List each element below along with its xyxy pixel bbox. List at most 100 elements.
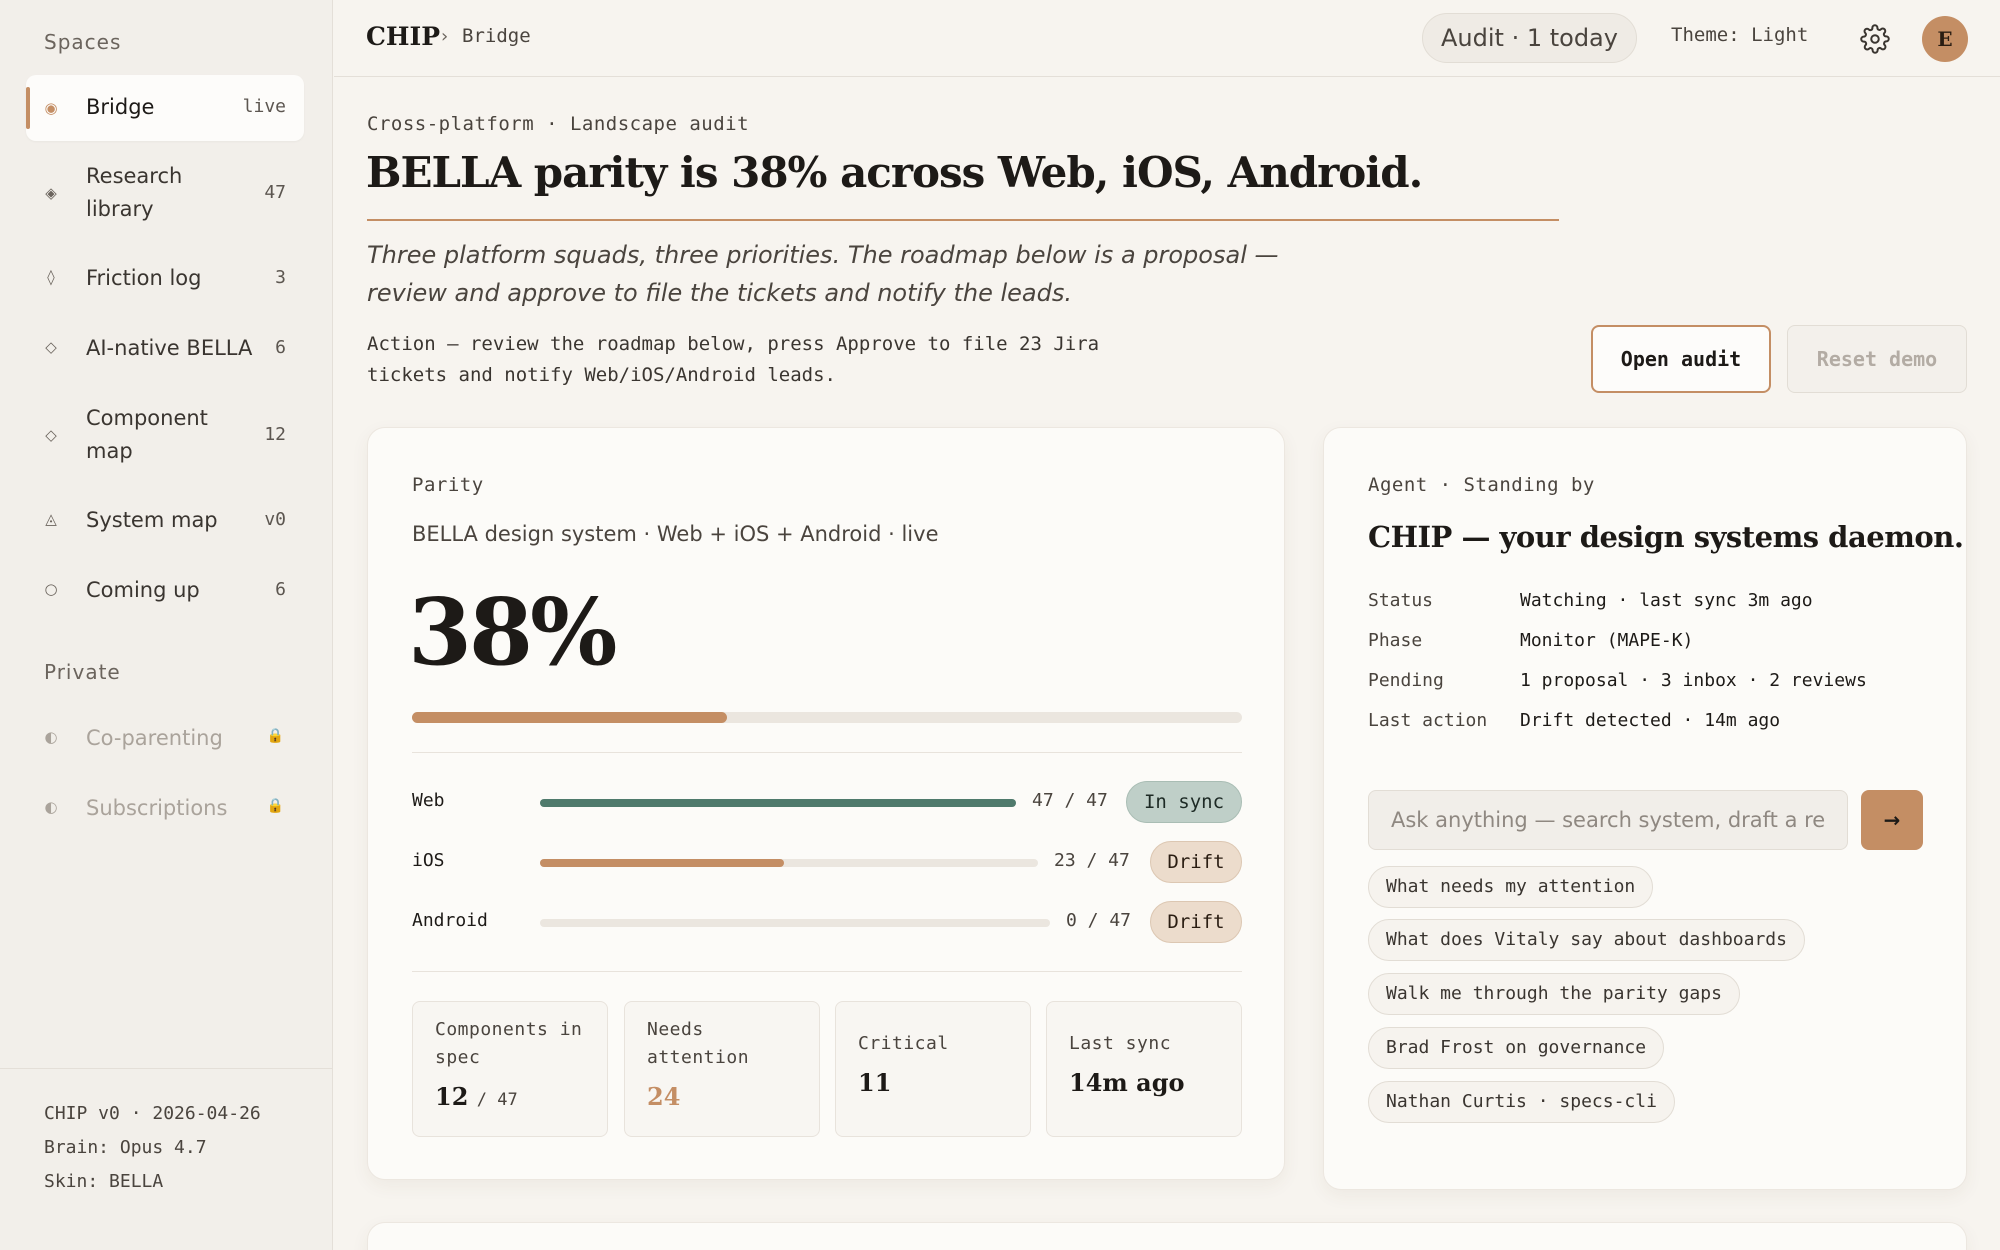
private-heading: Private bbox=[44, 660, 121, 684]
page-title: BELLA parity is 38% across Web, iOS, And… bbox=[366, 148, 1423, 197]
agent-card: Agent · Standing by CHIP — your design s… bbox=[1323, 427, 1967, 1190]
parity-percent: 38% bbox=[408, 578, 617, 686]
stat-components-in-spec[interactable]: Components in spec 12 / 47 bbox=[412, 1001, 608, 1137]
sidebar-item-friction-log[interactable]: ◊ Friction log 3 bbox=[26, 262, 304, 298]
pending-value: 1 proposal · 3 inbox · 2 reviews bbox=[1520, 670, 1867, 691]
open-audit-button[interactable]: Open audit bbox=[1591, 325, 1771, 393]
sidebar-item-coming-up[interactable]: ○ Coming up 6 bbox=[26, 574, 304, 610]
platform-bar-fill-ios bbox=[540, 859, 785, 867]
stat-label: Needs attention bbox=[647, 1019, 750, 1068]
sidebar-item-count: 6 bbox=[275, 337, 286, 358]
half-circle-icon: ◐ bbox=[44, 728, 58, 746]
ask-input[interactable] bbox=[1368, 790, 1848, 850]
agent-title: CHIP — your design systems daemon. bbox=[1368, 520, 1964, 554]
status-badge-android[interactable]: Drift bbox=[1150, 901, 1242, 943]
sidebar-item-label: Co-parenting bbox=[86, 726, 223, 750]
breadcrumb-separator: › bbox=[441, 26, 449, 47]
stat-critical[interactable]: Critical 11 bbox=[835, 1001, 1031, 1137]
stat-label: Critical bbox=[858, 1033, 949, 1054]
suggestion-chip[interactable]: What does Vitaly say about dashboards bbox=[1368, 919, 1805, 961]
sidebar-item-label: AI-native BELLA bbox=[86, 336, 253, 360]
sidebar-item-bridge[interactable]: ◉ Bridge live bbox=[26, 75, 304, 141]
action-instructions: Action — review the roadmap below, press… bbox=[367, 333, 1100, 386]
suggestion-chip[interactable]: Walk me through the parity gaps bbox=[1368, 973, 1740, 1015]
phase-key: Phase bbox=[1368, 630, 1423, 651]
last-action-value: Drift detected · 14m ago bbox=[1520, 710, 1781, 731]
topbar: CHIP › Bridge Audit · 1 today Theme: Lig… bbox=[334, 0, 2000, 77]
parity-progress-bar bbox=[412, 712, 1242, 723]
avatar[interactable]: E bbox=[1922, 16, 1968, 62]
stat-needs-attention[interactable]: Needs attention 24 bbox=[624, 1001, 820, 1137]
platform-bar-android bbox=[540, 919, 1050, 927]
system-description: BELLA design system · Web + iOS + Androi… bbox=[412, 522, 939, 546]
sidebar-item-count: 3 bbox=[275, 267, 286, 288]
stat-value: 24 bbox=[647, 1082, 681, 1111]
sidebar-item-label: System map bbox=[86, 508, 218, 532]
brain-text: Brain: Opus 4.7 bbox=[44, 1137, 207, 1158]
status-value: Watching · last sync 3m ago bbox=[1520, 590, 1813, 611]
sidebar-item-subscriptions[interactable]: ◐ Subscriptions 🔒 bbox=[26, 792, 304, 828]
send-button[interactable]: → bbox=[1861, 790, 1923, 850]
platform-bar-fill-web bbox=[540, 799, 1016, 807]
last-action-key: Last action bbox=[1368, 710, 1488, 731]
sidebar-item-ai-native-bella[interactable]: ◇ AI-native BELLA 6 bbox=[26, 332, 304, 368]
sidebar-item-count: 6 bbox=[275, 579, 286, 600]
suggestion-chip[interactable]: Nathan Curtis · specs-cli bbox=[1368, 1081, 1675, 1123]
lock-icon: 🔒 bbox=[266, 728, 284, 744]
platform-bar-web bbox=[540, 799, 1016, 807]
divider bbox=[412, 971, 1242, 972]
sidebar-item-system-map[interactable]: ◬ System map v0 bbox=[26, 504, 304, 540]
half-circle-icon: ◐ bbox=[44, 798, 58, 816]
phase-value: Monitor (MAPE-K) bbox=[1520, 630, 1694, 651]
sidebar-item-label: Research library bbox=[86, 164, 183, 221]
brand-logo[interactable]: CHIP bbox=[366, 22, 440, 51]
status-badge-ios[interactable]: Drift bbox=[1150, 841, 1242, 883]
parity-eyebrow: Parity bbox=[412, 474, 484, 496]
audit-pill[interactable]: Audit · 1 today bbox=[1422, 13, 1637, 63]
suggestion-chip[interactable]: Brad Frost on governance bbox=[1368, 1027, 1665, 1069]
divider bbox=[412, 752, 1242, 753]
stat-value: 12 / 47 bbox=[435, 1082, 518, 1111]
pending-key: Pending bbox=[1368, 670, 1444, 691]
stat-last-sync[interactable]: Last sync 14m ago bbox=[1046, 1001, 1242, 1137]
agent-eyebrow: Agent · Standing by bbox=[1368, 474, 1595, 496]
diamond-outline-icon: ◊ bbox=[47, 268, 55, 286]
circle-icon: ○ bbox=[44, 580, 58, 598]
breadcrumb[interactable]: Bridge bbox=[462, 25, 531, 47]
reset-demo-button[interactable]: Reset demo bbox=[1787, 325, 1967, 393]
sidebar-item-research-library[interactable]: ◈ Research library 47 bbox=[26, 158, 304, 230]
stat-value: 11 bbox=[858, 1068, 892, 1097]
lock-icon: 🔒 bbox=[266, 798, 284, 814]
title-underline bbox=[367, 219, 1559, 221]
sidebar-item-label: Subscriptions bbox=[86, 796, 228, 820]
sidebar: Spaces ◉ Bridge live ◈ Research library … bbox=[0, 0, 333, 1250]
platform-name-web: Web bbox=[412, 790, 445, 811]
status-badge-web[interactable]: In sync bbox=[1126, 781, 1242, 823]
sidebar-item-co-parenting[interactable]: ◐ Co-parenting 🔒 bbox=[26, 722, 304, 758]
status-key: Status bbox=[1368, 590, 1434, 611]
roadmap-card bbox=[367, 1222, 1967, 1250]
stat-label: Last sync bbox=[1069, 1033, 1172, 1054]
parity-progress-fill bbox=[412, 712, 728, 723]
diamond-filled-icon: ◈ bbox=[45, 184, 57, 202]
gear-icon[interactable] bbox=[1860, 24, 1890, 54]
theme-toggle[interactable]: Theme: Light bbox=[1671, 24, 1808, 46]
sidebar-footer: CHIP v0 · 2026-04-26 Brain: Opus 4.7 Ski… bbox=[0, 1068, 333, 1199]
version-text: CHIP v0 · 2026-04-26 bbox=[44, 1103, 261, 1124]
sidebar-item-label: Coming up bbox=[86, 578, 200, 602]
sidebar-item-label: Component map bbox=[86, 406, 208, 463]
platform-name-android: Android bbox=[412, 910, 488, 931]
sidebar-item-component-map[interactable]: ◇ Component map 12 bbox=[26, 400, 304, 472]
spaces-heading: Spaces bbox=[44, 30, 122, 54]
diamond-small-icon: ◇ bbox=[45, 426, 57, 444]
page-eyebrow: Cross-platform · Landscape audit bbox=[367, 113, 750, 135]
stat-value: 14m ago bbox=[1069, 1068, 1185, 1097]
sidebar-item-count: 47 bbox=[264, 182, 286, 203]
suggestion-chip[interactable]: What needs my attention bbox=[1368, 866, 1654, 908]
page-subtitle: Three platform squads, three priorities.… bbox=[367, 241, 1279, 307]
sidebar-item-label: Friction log bbox=[86, 266, 202, 290]
platform-count-web: 47 / 47 bbox=[1032, 790, 1108, 811]
sidebar-item-count: 12 bbox=[264, 424, 286, 445]
dot-icon: ◉ bbox=[44, 99, 58, 117]
platform-count-android: 0 / 47 bbox=[1066, 910, 1132, 931]
